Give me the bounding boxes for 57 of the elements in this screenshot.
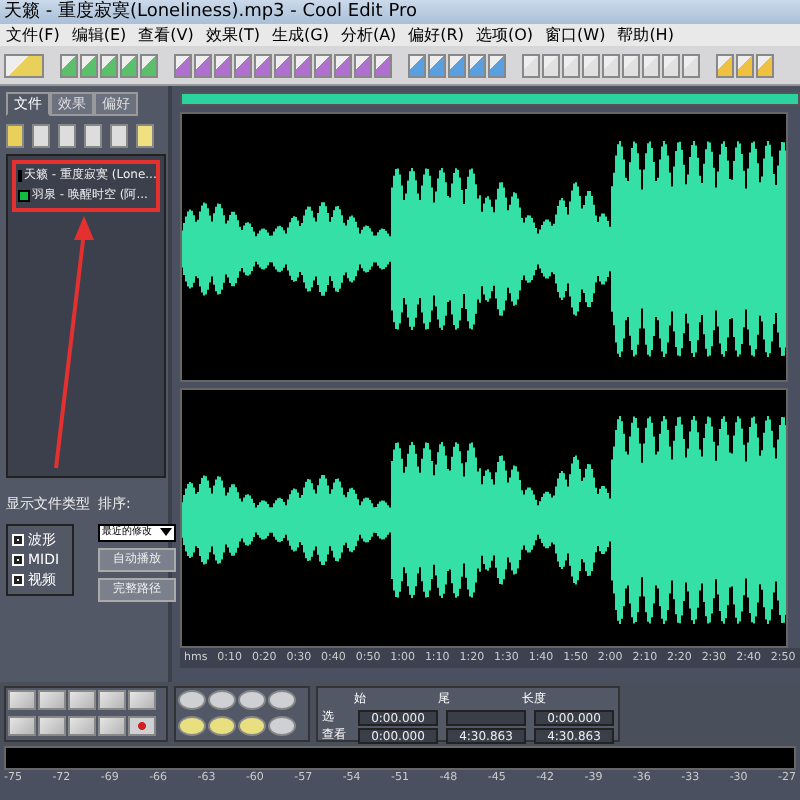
checkbox[interactable] xyxy=(12,573,24,585)
tool-icon[interactable] xyxy=(120,53,138,77)
tool-icon[interactable] xyxy=(214,53,232,77)
dropdown-arrow-icon xyxy=(160,528,172,537)
tool-icon[interactable] xyxy=(4,53,44,77)
tool-icon[interactable] xyxy=(80,53,98,77)
tool-icon[interactable] xyxy=(334,53,352,77)
menu-item[interactable]: 效果(T) xyxy=(199,24,266,46)
menu-item[interactable]: 分析(A) xyxy=(334,24,403,46)
menu-item[interactable]: 生成(G) xyxy=(266,24,335,46)
tool-icon[interactable] xyxy=(136,124,154,148)
tool-icon[interactable] xyxy=(294,53,312,77)
tool-icon[interactable] xyxy=(100,53,118,77)
tool-icon[interactable] xyxy=(582,53,600,77)
tool-icon[interactable] xyxy=(682,53,700,77)
menu-item[interactable]: 帮助(H) xyxy=(611,24,680,46)
menu-item[interactable]: 选项(O) xyxy=(469,24,540,46)
menu-item[interactable]: 偏好(R) xyxy=(402,24,470,46)
tool-icon[interactable] xyxy=(542,53,560,77)
window-title: 天籁 - 重度寂寞(Loneliness).mp3 - Cool Edit Pro xyxy=(0,0,800,24)
tool-icon[interactable] xyxy=(32,124,50,148)
tool-icon[interactable] xyxy=(522,53,540,77)
checkbox[interactable] xyxy=(12,533,24,545)
tool-icon[interactable] xyxy=(736,53,754,77)
tool-icon[interactable] xyxy=(60,53,78,77)
tool-icon[interactable] xyxy=(110,124,128,148)
tool-icon[interactable] xyxy=(274,53,292,77)
tool-icon[interactable] xyxy=(6,124,24,148)
tool-icon[interactable] xyxy=(468,53,486,77)
tool-icon[interactable] xyxy=(662,53,680,77)
checkbox[interactable] xyxy=(12,553,24,565)
tool-icon[interactable] xyxy=(314,53,332,77)
menu-item[interactable]: 文件(F) xyxy=(0,24,66,46)
menu-item[interactable]: 查看(V) xyxy=(132,24,200,46)
tool-icon[interactable] xyxy=(374,53,392,77)
tool-icon[interactable] xyxy=(562,53,580,77)
tool-icon[interactable] xyxy=(254,53,272,77)
tool-icon[interactable] xyxy=(58,124,76,148)
tool-icon[interactable] xyxy=(448,53,466,77)
tool-icon[interactable] xyxy=(756,53,774,77)
tool-icon[interactable] xyxy=(408,53,426,77)
tool-icon[interactable] xyxy=(174,53,192,77)
time-field xyxy=(446,709,526,725)
tool-icon[interactable] xyxy=(716,53,734,77)
menu-item[interactable]: 编辑(E) xyxy=(65,24,133,46)
tool-icon[interactable] xyxy=(194,53,212,77)
tool-icon[interactable] xyxy=(428,53,446,77)
tool-icon[interactable] xyxy=(84,124,102,148)
tool-icon[interactable] xyxy=(642,53,660,77)
menu-item[interactable]: 窗口(W) xyxy=(539,24,612,46)
tool-icon[interactable] xyxy=(354,53,372,77)
tool-icon[interactable] xyxy=(488,53,506,77)
tool-icon[interactable] xyxy=(622,53,640,77)
tool-icon[interactable] xyxy=(140,53,158,77)
record-icon[interactable] xyxy=(128,715,156,735)
tool-icon[interactable] xyxy=(234,53,252,77)
tool-icon[interactable] xyxy=(602,53,620,77)
